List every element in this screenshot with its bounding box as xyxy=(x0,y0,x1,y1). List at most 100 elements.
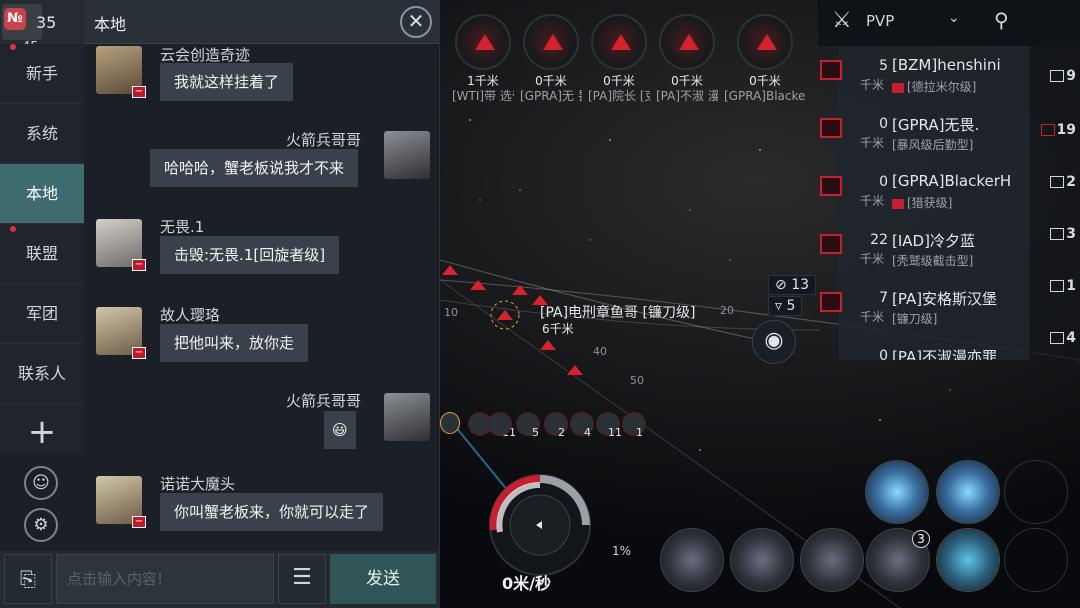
target-distance: 1千米 xyxy=(467,74,499,88)
propulsion-module-icon[interactable] xyxy=(800,528,864,592)
row-distance: 7 xyxy=(879,290,888,306)
sender-name[interactable]: 无畏.1 xyxy=(160,216,204,237)
target-distance: 0千米 xyxy=(671,74,703,88)
message-text: 你叫蟹老板来，你就可以走了 xyxy=(160,493,384,531)
row-ship-type: [秃鹫级截击型] xyxy=(892,254,974,268)
mail-icon: № xyxy=(4,8,26,30)
category-count[interactable]: 19 xyxy=(1036,122,1076,138)
channel-tab-system[interactable]: 系统 xyxy=(0,104,84,164)
category-counts: 9 19 2 3 1 4 xyxy=(1030,46,1080,360)
chat-header: 本地 ✕ xyxy=(84,0,440,44)
row-unit: 千米 xyxy=(860,136,885,150)
quick-menu-button[interactable]: ☰ xyxy=(278,554,326,604)
send-button[interactable]: 发送 xyxy=(330,554,436,604)
channel-tab-contacts[interactable]: 联系人 xyxy=(0,344,84,404)
drone-icon[interactable] xyxy=(488,412,512,436)
speed-gauge[interactable] xyxy=(460,470,620,580)
overview-row[interactable]: 22 千米 [IAD]冷夕蓝 [秃鹫级截击型] xyxy=(820,220,1030,278)
count-value: 2 xyxy=(1066,174,1076,190)
hostile-ship-icon xyxy=(820,176,842,196)
avatar[interactable] xyxy=(384,393,430,441)
category-count[interactable]: 2 xyxy=(1036,174,1076,190)
category-count[interactable]: 9 xyxy=(1036,68,1076,84)
selected-target-label[interactable]: [PA]电刑章鱼哥 [镰刀级] xyxy=(540,302,695,322)
filter-icon[interactable]: ⚲ xyxy=(994,8,1009,32)
overview-row[interactable]: 0 千米 [GPRA]BlackerH [猎获级] xyxy=(820,162,1030,220)
range-mark: 10 xyxy=(444,306,458,319)
channel-tab-newbie[interactable]: 新手 xyxy=(0,44,84,104)
chevron-down-icon[interactable]: ⌄ xyxy=(948,10,960,26)
sender-name[interactable]: 火箭兵哥哥 xyxy=(286,390,361,411)
empty-module-slot[interactable] xyxy=(1004,460,1068,524)
ship-icon xyxy=(455,14,511,70)
avatar[interactable]: − xyxy=(96,219,146,271)
repair-module-icon[interactable] xyxy=(936,528,1000,592)
message-input[interactable]: 点击输入内容! xyxy=(56,554,274,604)
avatar[interactable] xyxy=(384,131,430,179)
hostile-ship-icon xyxy=(820,292,842,312)
channel-tab-local[interactable]: 本地 xyxy=(0,164,84,224)
overview-row[interactable]: 0 千米 [GPRA]无畏. [暴风级后勤型] xyxy=(820,104,1030,162)
neutral-count-chip[interactable]: ▿ 5 xyxy=(768,296,803,316)
row-ship-type: [德拉米尔级] xyxy=(892,78,976,95)
overview-panel: ⚔ PVP ⌄ ⚲ 5 千米 [BZM]henshini [德拉米尔级] 0 千… xyxy=(818,0,1080,360)
sender-name[interactable]: 故人璎珞 xyxy=(160,304,220,325)
row-pilot-name: [IAD]冷夕蓝 xyxy=(892,232,975,250)
empty-module-slot[interactable] xyxy=(1004,528,1068,592)
overview-row[interactable]: 0 [PA]不淑漫亦罪 xyxy=(838,336,1030,360)
crossed-swords-icon[interactable]: ⚔ xyxy=(832,8,852,33)
locked-target[interactable]: 0千米 [PA]不淑 漫亦罪名 xyxy=(656,14,718,104)
category-count[interactable]: 4 xyxy=(1036,330,1076,346)
eye-icon[interactable]: ◉ xyxy=(752,320,796,364)
hostile-flag-icon: − xyxy=(132,516,146,528)
avatar[interactable]: − xyxy=(96,476,146,528)
locked-target[interactable]: 0千米 [PA]院长 [克鲁沃 xyxy=(588,14,650,104)
locked-target[interactable]: 1千米 [WTI]带 选帝侯[ xyxy=(452,14,514,104)
overview-row[interactable]: 7 千米 [PA]安格斯汉堡 [镰刀级] xyxy=(820,278,1030,336)
channel-tab-corp[interactable]: 军团 xyxy=(0,284,84,344)
range-mark: 20 xyxy=(720,304,734,317)
ship-class-icon xyxy=(892,198,904,209)
target-name: [PA]不淑 漫亦罪名 xyxy=(656,89,718,103)
capacitor-percent: 1% xyxy=(612,544,632,558)
overview-tab-selector[interactable]: PVP xyxy=(866,12,894,30)
row-ship-type: [猎获级] xyxy=(892,194,952,211)
propulsion-module-icon[interactable] xyxy=(660,528,724,592)
row-ship-type: [镰刀级] xyxy=(892,312,938,326)
locked-target[interactable]: 0千米 [GPRA]无 畏.[暴风 xyxy=(520,14,582,104)
sender-name[interactable]: 火箭兵哥哥 xyxy=(286,129,361,150)
ship-type-text: [德拉米尔级] xyxy=(907,80,977,94)
count-value: 3 xyxy=(1066,226,1076,242)
notification-dot xyxy=(10,44,16,50)
avatar[interactable]: − xyxy=(96,46,146,98)
weapon-module-icon[interactable] xyxy=(936,460,1000,524)
overview-row[interactable]: 5 千米 [BZM]henshini [德拉米尔级] xyxy=(820,46,1030,104)
locked-target[interactable]: 0千米 [GPRA]BlackerH [猎获级] xyxy=(724,14,806,104)
profile-icon[interactable]: ☺ xyxy=(24,466,58,500)
weapon-module-icon[interactable] xyxy=(865,460,929,524)
module-charge-count: 3 xyxy=(912,530,930,548)
propulsion-module-icon[interactable] xyxy=(730,528,794,592)
voice-icon[interactable]: ⎘ xyxy=(4,554,52,604)
channel-tab-alliance[interactable]: 联盟 xyxy=(0,224,84,284)
drone-count: 5 xyxy=(532,426,539,439)
chat-panel: № 35 45 本地 ✕ 新手 系统 本地 联盟 军团 联系人 + ☺ ⚙ − … xyxy=(0,0,440,608)
sender-name[interactable]: 云会创造奇迹 xyxy=(160,44,250,65)
row-distance: 0 xyxy=(879,116,888,132)
frigate-class-icon xyxy=(1050,70,1065,82)
category-count[interactable]: 3 xyxy=(1036,226,1076,242)
industrial-class-icon xyxy=(1050,280,1065,292)
sender-name[interactable]: 诺诺大魔头 xyxy=(160,473,235,494)
warning-icon[interactable] xyxy=(440,412,460,434)
category-count[interactable]: 1 xyxy=(1036,278,1076,294)
avatar[interactable]: − xyxy=(96,307,146,359)
target-name: [WTI]带 选帝侯[ xyxy=(452,89,514,103)
overview-list[interactable]: 5 千米 [BZM]henshini [德拉米尔级] 0 千米 [GPRA]无畏… xyxy=(820,46,1030,360)
row-distance: 0 xyxy=(879,174,888,190)
hostile-count-chip[interactable]: ⊘ 13 xyxy=(768,275,817,295)
settings-gear-icon[interactable]: ⚙ xyxy=(24,508,58,542)
message-emoji: 😃 xyxy=(324,411,356,449)
add-channel-button[interactable]: + xyxy=(0,404,84,464)
hostile-flag-icon: − xyxy=(132,259,146,271)
close-button[interactable]: ✕ xyxy=(400,6,432,38)
